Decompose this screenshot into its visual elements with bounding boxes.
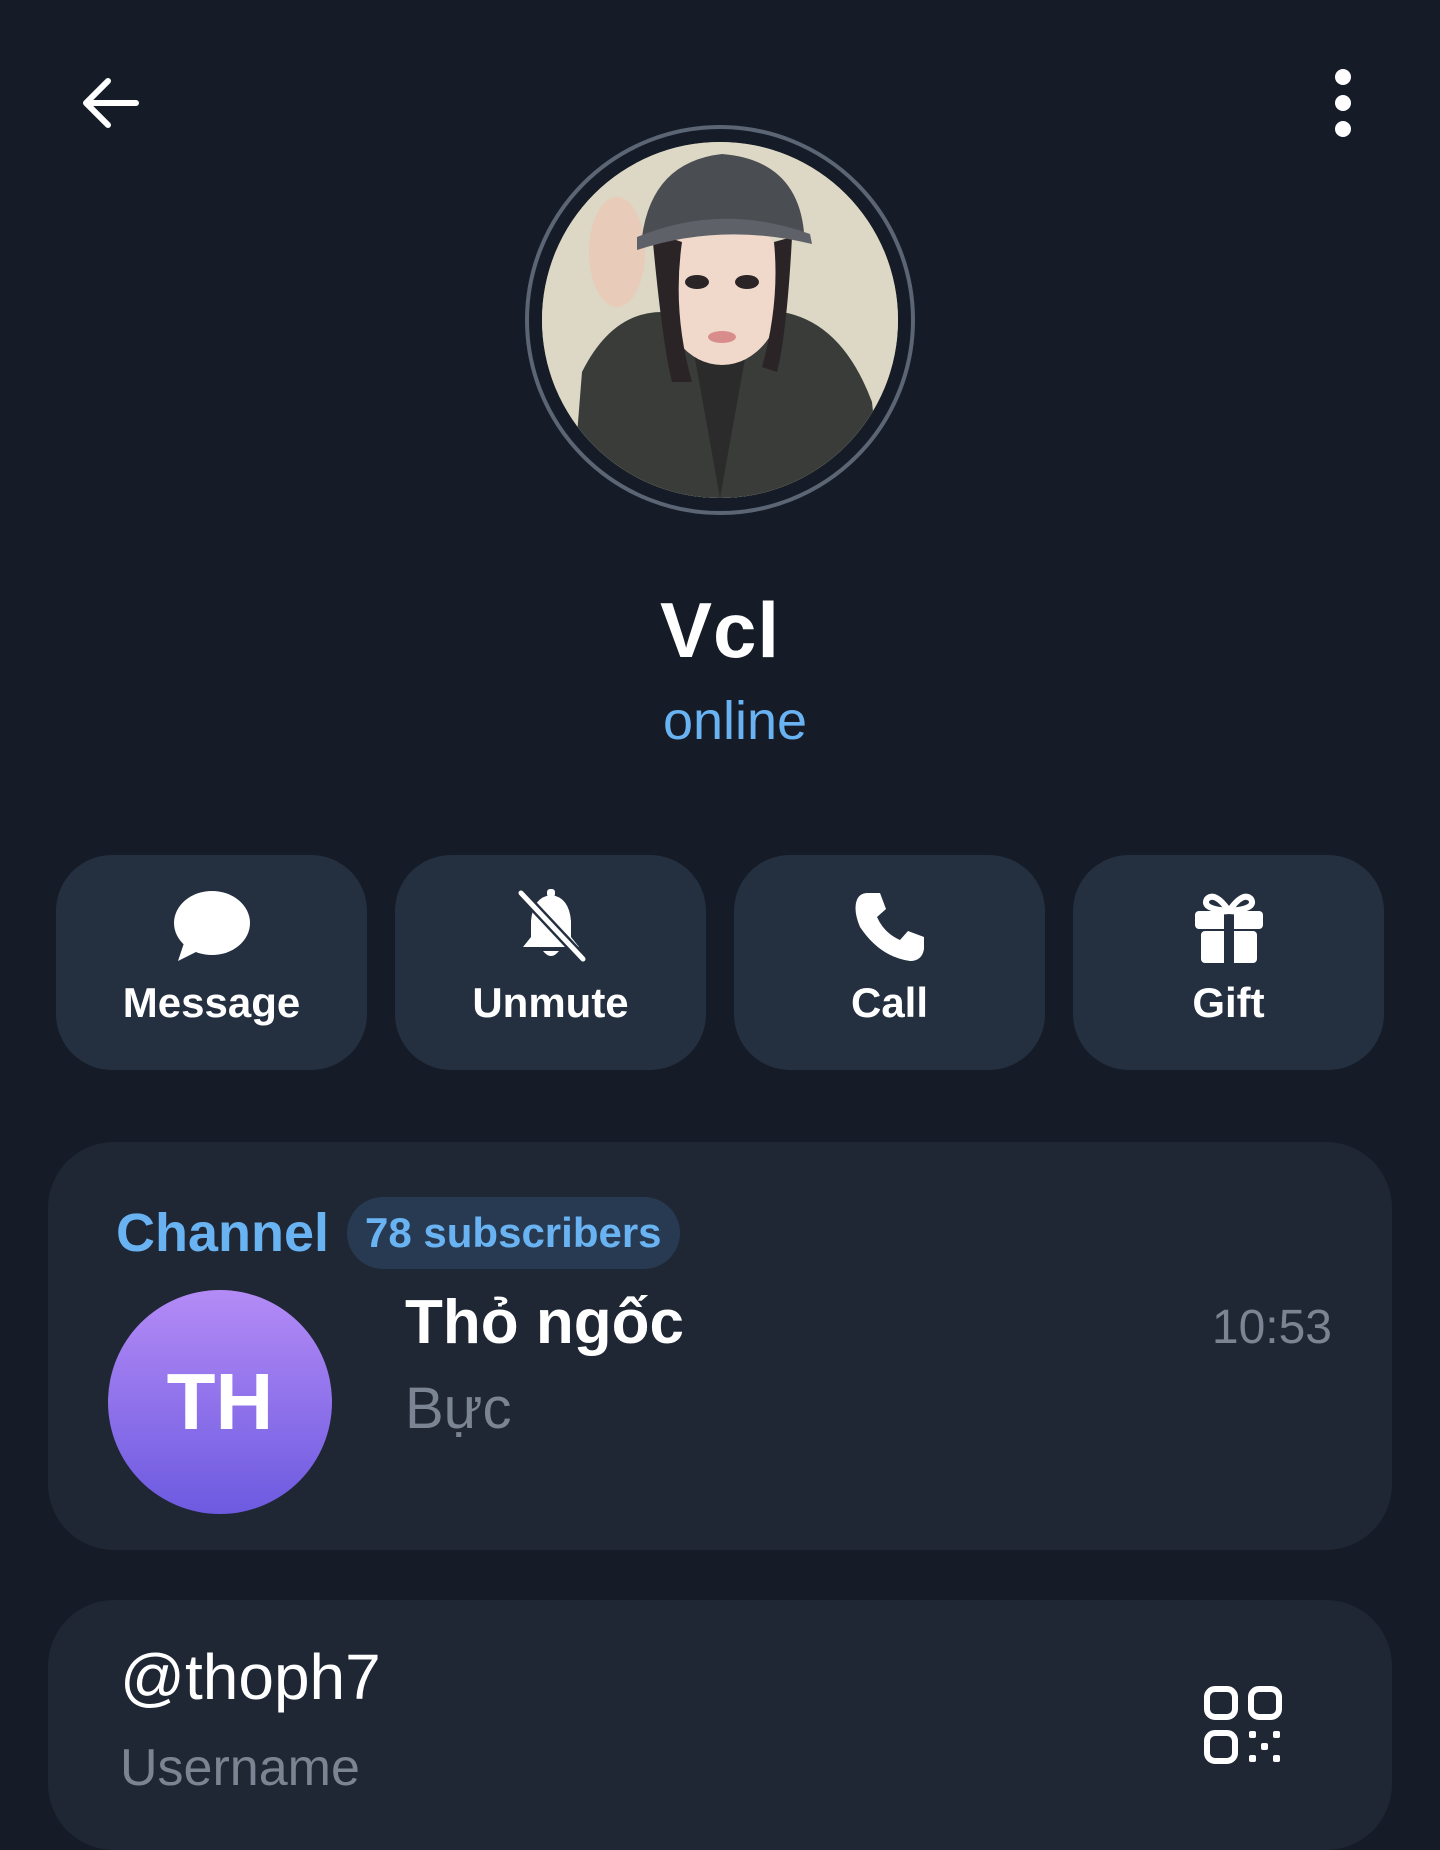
call-button[interactable]: Call [734,855,1045,1070]
unmute-label: Unmute [472,979,629,1026]
message-label: Message [122,979,301,1026]
profile-photo-illustration [542,142,898,498]
phone-icon [850,887,930,967]
back-button[interactable] [60,58,160,148]
username-value: @thoph7 [120,1641,381,1713]
subscribers-badge: 78 subscribers [347,1197,680,1269]
qr-code-button[interactable] [1198,1680,1288,1770]
qr-code-icon [1204,1686,1282,1764]
more-options-button[interactable] [1298,58,1388,148]
profile-name: Vcl [659,586,781,674]
profile-avatar[interactable] [525,125,915,515]
gift-icon [1189,887,1269,967]
bell-off-icon [511,887,591,967]
username-card[interactable]: @thoph7 Username [48,1600,1392,1850]
unmute-button[interactable]: Unmute [395,855,706,1070]
channel-card[interactable]: Channel 78 subscribers TH Thỏ ngốc Bực 1… [48,1142,1392,1550]
more-vertical-icon [1335,69,1351,137]
profile-status: online [662,691,808,751]
gift-label: Gift [1192,979,1265,1026]
channel-last-message: Bực [405,1376,512,1441]
call-label: Call [850,979,929,1026]
channel-name: Thỏ ngốc [405,1288,684,1357]
channel-timestamp: 10:53 [1211,1301,1332,1354]
arrow-left-icon [83,78,139,128]
channel-avatar[interactable]: TH [108,1290,332,1514]
gift-button[interactable]: Gift [1073,855,1384,1070]
message-bubble-icon [172,887,252,967]
channel-header: Channel 78 subscribers [116,1197,680,1269]
channel-label: Channel [116,1203,330,1263]
profile-photo [542,142,898,498]
message-button[interactable]: Message [56,855,367,1070]
action-buttons: Message Unmute Call Gift [56,855,1384,1070]
username-label: Username [120,1739,360,1797]
